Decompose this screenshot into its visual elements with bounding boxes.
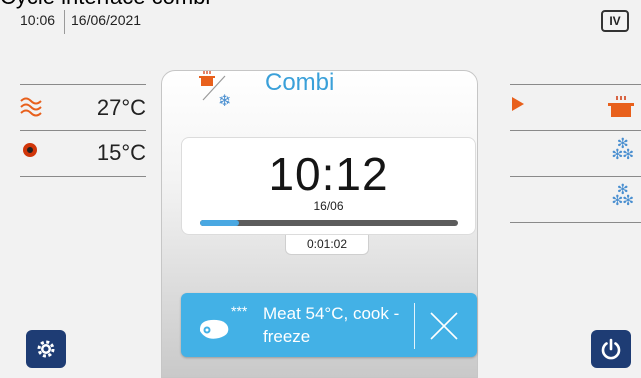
step-freeze-1[interactable]: ✻ ✻✻ bbox=[510, 134, 641, 174]
cycle-progress-bar bbox=[200, 220, 458, 226]
divider bbox=[510, 222, 641, 223]
recipe-button[interactable]: *** Meat 54°C, cook - freeze bbox=[181, 293, 477, 357]
level-badge[interactable]: IV bbox=[601, 10, 629, 32]
core-probe-icon bbox=[23, 143, 37, 157]
recipe-divider bbox=[414, 303, 415, 349]
screen-caption: Cycle interface combi bbox=[0, 0, 210, 8]
heat-wave-icon bbox=[20, 97, 42, 117]
combi-pot-snowflake-icon: ❄ bbox=[199, 71, 231, 110]
divider bbox=[510, 176, 641, 177]
step-cook[interactable] bbox=[510, 89, 641, 129]
settings-button[interactable] bbox=[26, 330, 66, 368]
divider bbox=[20, 130, 146, 131]
snowflake-icon: ✻ ✻✻ bbox=[611, 135, 634, 162]
sensor-row-core: 15°C bbox=[20, 134, 146, 174]
recipe-stars: *** bbox=[231, 303, 248, 319]
cycle-mode-title: Combi bbox=[265, 69, 335, 96]
power-icon bbox=[601, 338, 621, 360]
current-date: 16/06/2021 bbox=[71, 12, 142, 28]
core-temperature: 15°C bbox=[96, 140, 146, 165]
close-icon[interactable] bbox=[427, 309, 461, 343]
svg-text:❄: ❄ bbox=[218, 91, 231, 110]
divider bbox=[20, 176, 146, 177]
elapsed-time: 0:01:02 bbox=[285, 235, 369, 255]
cooking-pot-icon bbox=[608, 96, 634, 117]
cycle-end-date: 16/06 bbox=[313, 199, 344, 213]
divider bbox=[510, 130, 641, 131]
divider bbox=[20, 84, 146, 85]
step-freeze-2[interactable]: ✻ ✻✻ bbox=[510, 180, 641, 220]
recipe-label: Meat 54°C, cook - freeze bbox=[263, 304, 400, 346]
cycle-progress-fill bbox=[200, 220, 239, 226]
current-time: 10:06 bbox=[20, 12, 56, 28]
cycle-end-time: 10:12 bbox=[268, 148, 389, 200]
meat-icon bbox=[199, 319, 229, 339]
snowflake-icon: ✻ ✻✻ bbox=[611, 181, 634, 208]
sensor-row-chamber: 27°C bbox=[20, 89, 146, 129]
divider bbox=[510, 84, 641, 85]
header-divider bbox=[64, 10, 65, 34]
chamber-temperature: 27°C bbox=[96, 95, 146, 120]
active-step-arrow-icon bbox=[512, 97, 524, 111]
gear-icon bbox=[37, 340, 55, 358]
power-button[interactable] bbox=[591, 330, 631, 368]
